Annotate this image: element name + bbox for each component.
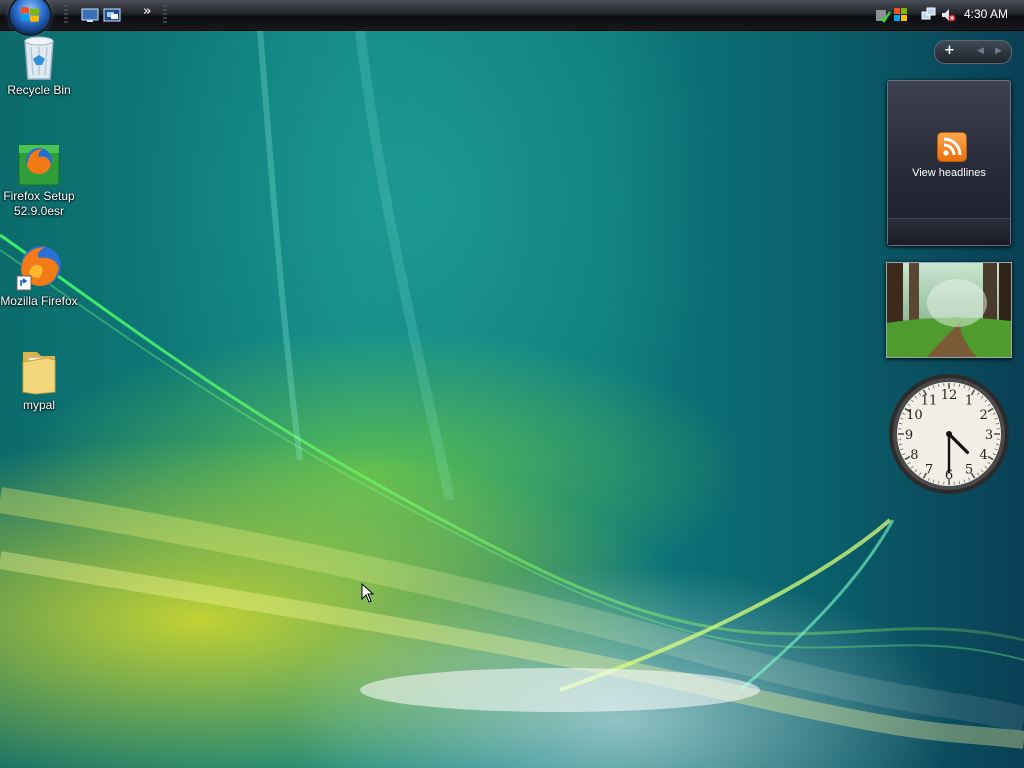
clock-number: 2 [980,408,988,423]
forest-photo [887,263,1011,357]
desktop-icon-label: Mozilla Firefox [0,294,78,308]
desktop-icon-mozilla-firefox[interactable]: Mozilla Firefox [0,244,78,309]
feed-gadget-footer [888,218,1010,245]
clock-number: 7 [925,463,933,478]
windows-logo-icon [21,7,39,22]
mouse-cursor-icon [361,582,375,608]
sidebar-controls: + ◀ ▶ [934,40,1012,64]
desktop-icon-firefox-setup[interactable]: Firefox Setup 52.9.0esr [0,139,78,219]
volume-muted-icon[interactable] [940,7,956,23]
clock-number: 11 [921,393,938,408]
show-desktop-icon[interactable] [81,7,99,23]
clock-number: 1 [965,393,973,408]
switch-windows-icon[interactable] [103,7,121,23]
clock-number: 9 [905,428,913,443]
clock-number: 3 [985,428,993,443]
desktop-icon-mypal[interactable]: mypal [0,348,78,413]
add-gadget-button[interactable]: + [944,43,955,58]
slideshow-gadget[interactable] [886,262,1012,358]
quick-launch-overflow[interactable]: » [143,4,151,19]
clock-number: 5 [965,463,973,478]
taskbar-clock[interactable]: 4:30 AM [964,7,1008,21]
prev-gadget-page-button[interactable]: ◀ [977,46,984,56]
desktop-icon-label: Recycle Bin [7,83,71,97]
rss-icon [937,132,967,162]
firefox-setup-icon [15,139,63,187]
clock-gadget[interactable]: 12 1 2 3 4 5 6 7 8 9 10 11 [887,372,1011,496]
desktop-icon-label: Firefox Setup 52.9.0esr [3,189,75,218]
desktop-wallpaper [0,0,1024,768]
feed-headlines-gadget[interactable]: View headlines [887,80,1011,246]
view-headlines-link[interactable]: View headlines [888,167,1010,179]
security-center-icon[interactable] [875,7,892,23]
clock-number: 4 [980,448,988,463]
clock-number: 12 [941,388,958,403]
recycle-bin-icon [15,33,63,81]
folder-icon [15,348,63,396]
toolbar-grip[interactable] [64,5,68,25]
next-gadget-page-button[interactable]: ▶ [995,46,1002,56]
toolbar-grip[interactable] [163,5,167,25]
desktop-icon-recycle-bin[interactable]: Recycle Bin [0,33,78,98]
clock-number: 10 [906,408,923,423]
start-button[interactable] [10,0,50,34]
taskbar: » 4:30 AM [0,0,1024,34]
desktop-icon-label: mypal [22,398,55,412]
network-icon[interactable] [921,7,937,23]
firefox-icon [15,244,63,292]
clock-number: 8 [910,448,918,463]
windows-update-icon[interactable] [893,7,909,23]
